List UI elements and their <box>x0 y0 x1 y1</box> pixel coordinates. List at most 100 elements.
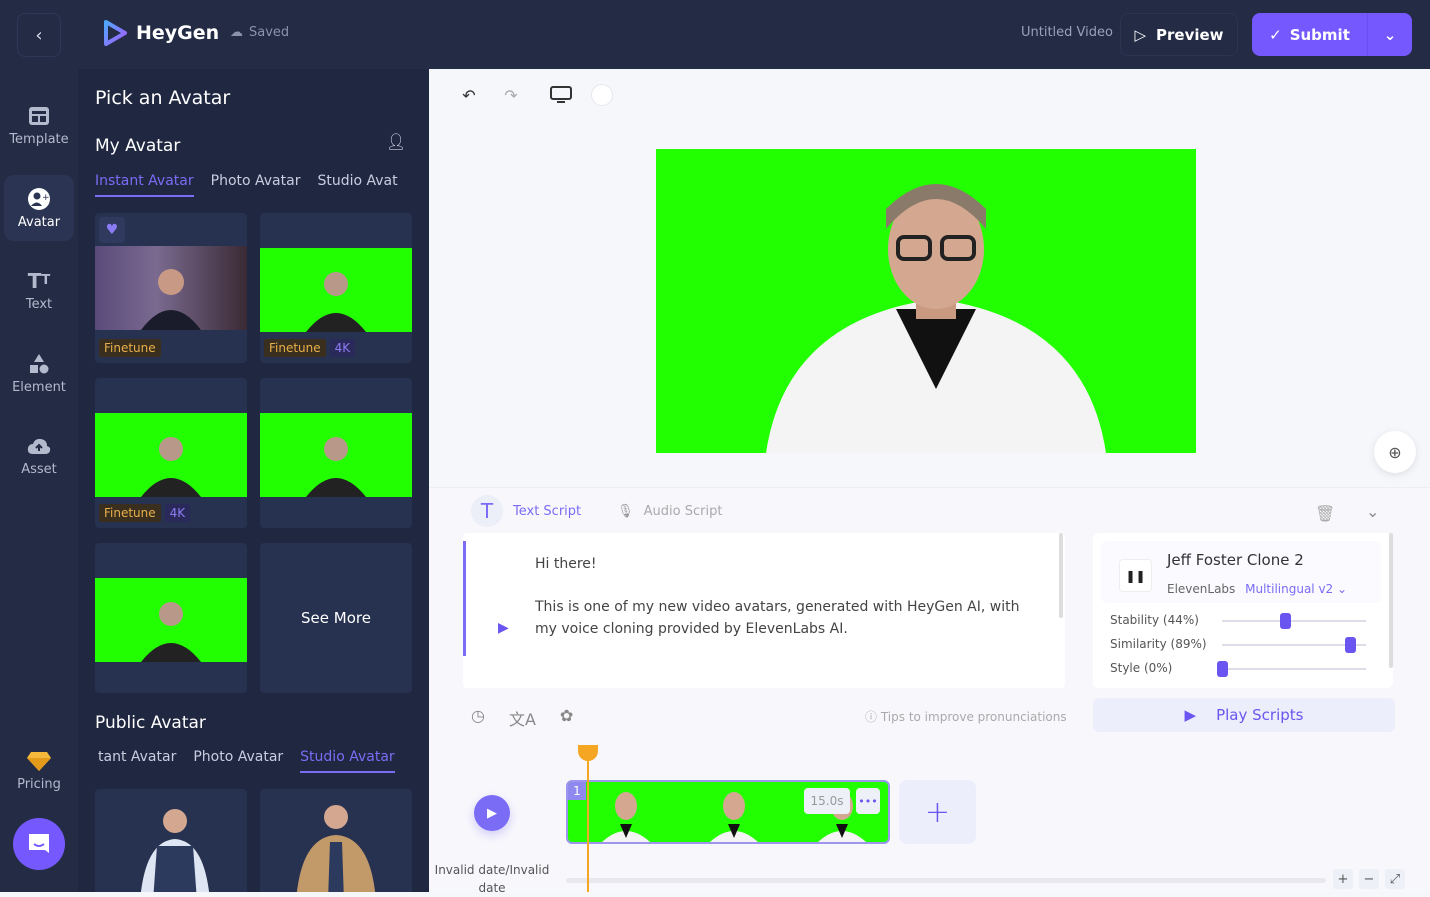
play-icon: ▶ <box>487 805 497 821</box>
video-preview[interactable] <box>656 149 1196 453</box>
undo-button[interactable]: ↶ <box>457 83 481 107</box>
slider-handle[interactable] <box>1345 637 1357 653</box>
element-icon <box>27 352 51 376</box>
video-title[interactable]: Untitled Video <box>1021 25 1113 40</box>
heart-icon[interactable]: ♥ <box>99 217 125 243</box>
script-tools: ◷ 文A ✿ <box>471 706 573 730</box>
tab-text-script[interactable]: Text Script <box>513 504 581 519</box>
preview-button[interactable]: ▷ Preview <box>1120 13 1238 56</box>
scene-more-button[interactable]: ••• <box>856 788 880 814</box>
chevron-down-icon: ⌄ <box>1383 25 1397 44</box>
nav-item-text[interactable]: TT Text <box>4 257 74 323</box>
openai-icon[interactable]: ✿ <box>560 706 573 730</box>
public-avatar-card[interactable] <box>95 789 247 892</box>
script-scrollbar[interactable] <box>1059 533 1063 618</box>
public-avatar-card[interactable] <box>260 789 412 892</box>
tab-photo-avatar[interactable]: Photo Avatar <box>193 749 283 773</box>
script-selection-bar <box>463 541 466 656</box>
submit-label: Submit <box>1289 25 1350 44</box>
script-line: This is one of my new video avatars, gen… <box>535 599 1020 637</box>
my-avatar-tabs: Instant Avatar Photo Avatar Studio Avat <box>95 173 398 197</box>
background-color-button[interactable] <box>591 84 613 106</box>
avatar-card[interactable]: Finetune 4K <box>260 213 412 363</box>
microphone-icon: 🎙︎ <box>617 503 634 519</box>
scene-clip[interactable]: 1 15.0s ••• <box>566 780 890 844</box>
submit-dropdown-button[interactable]: ⌄ <box>1368 13 1412 56</box>
style-slider[interactable] <box>1217 661 1366 677</box>
timeline-zoom-out-button[interactable]: − <box>1359 869 1379 889</box>
play-scripts-button[interactable]: ▶ Play Scripts <box>1093 698 1395 732</box>
nav-item-template[interactable]: Template <box>4 92 74 158</box>
see-more-button[interactable]: See More <box>260 543 412 693</box>
add-avatar-icon[interactable]: 👤︎ <box>386 132 406 151</box>
avatar-card[interactable]: ♥ Finetune <box>95 213 247 363</box>
4k-badge: 4K <box>329 339 356 357</box>
similarity-slider-row: Similarity (89%) <box>1110 637 1370 653</box>
voice-name: Jeff Foster Clone 2 <box>1167 551 1304 569</box>
script-text-box[interactable]: ▶ Hi there! This is one of my new video … <box>463 533 1065 688</box>
nav-item-asset[interactable]: Asset <box>4 422 74 488</box>
scene-number: 1 <box>568 782 586 800</box>
clock-icon[interactable]: ◷ <box>471 706 485 730</box>
info-icon: ⓘ <box>865 710 878 724</box>
playhead-handle[interactable] <box>578 745 598 761</box>
nav-item-avatar[interactable]: + Avatar <box>4 175 74 241</box>
pronunciation-tips-link[interactable]: ⓘ Tips to improve pronunciations <box>865 708 1067 725</box>
stability-slider[interactable] <box>1222 613 1366 629</box>
aspect-ratio-button[interactable] <box>549 83 573 107</box>
preview-label: Preview <box>1156 25 1224 44</box>
tab-audio-script[interactable]: Audio Script <box>644 504 723 519</box>
timeline-play-button[interactable]: ▶ <box>474 795 510 831</box>
redo-button[interactable]: ↷ <box>499 83 523 107</box>
avatar-card[interactable] <box>95 543 247 693</box>
public-avatar-tabs: tant Avatar Photo Avatar Studio Avatar <box>98 749 395 773</box>
nav-label: Asset <box>21 461 57 477</box>
submit-button[interactable]: ✓ Submit <box>1252 13 1368 56</box>
svg-text:+: + <box>42 193 50 203</box>
add-scene-button[interactable]: + <box>899 780 976 844</box>
trash-icon[interactable]: 🗑︎ <box>1315 504 1335 523</box>
slider-label: Stability (44%) <box>1110 613 1199 627</box>
script-line: Hi there! <box>535 556 597 572</box>
chat-support-button[interactable] <box>13 818 65 870</box>
top-bar: ‹ HeyGen ☁ Saved Untitled Video ▷ Previe… <box>0 0 1430 69</box>
voice-model-select[interactable]: Multilingual v2 ⌄ <box>1245 582 1347 596</box>
template-icon <box>27 104 51 128</box>
timeline: ▶ Invalid date/Invalid date 1 15.0s ••• … <box>429 745 1430 895</box>
similarity-slider[interactable] <box>1222 637 1366 653</box>
slider-label: Similarity (89%) <box>1110 637 1207 651</box>
tab-studio-avatar[interactable]: Studio Avat <box>317 173 397 197</box>
tab-photo-avatar[interactable]: Photo Avatar <box>211 173 301 197</box>
chevron-down-icon[interactable]: ⌄ <box>1366 502 1379 521</box>
script-editor: T Text Script 🎙︎ Audio Script 🗑︎ ⌄ ▶ Hi … <box>429 487 1430 745</box>
avatar-card[interactable] <box>260 378 412 528</box>
avatar-card[interactable]: Finetune 4K <box>95 378 247 528</box>
slider-handle[interactable] <box>1280 613 1292 629</box>
tab-instant-avatar[interactable]: Instant Avatar <box>95 173 194 197</box>
translate-icon[interactable]: 文A <box>509 706 536 730</box>
timeline-fit-button[interactable]: ⤢ <box>1385 869 1405 889</box>
nav-item-pricing[interactable]: Pricing <box>4 737 74 803</box>
back-button[interactable]: ‹ <box>17 13 61 57</box>
voice-provider: ElevenLabs Multilingual v2 ⌄ <box>1167 582 1347 596</box>
voice-panel-scrollbar[interactable] <box>1389 533 1393 668</box>
timeline-scrollbar[interactable] <box>566 878 1326 883</box>
timeline-zoom-in-button[interactable]: + <box>1333 869 1353 889</box>
nav-item-element[interactable]: Element <box>4 340 74 406</box>
cloud-upload-icon <box>27 434 51 458</box>
tab-instant-avatar[interactable]: tant Avatar <box>98 749 176 773</box>
tab-studio-avatar[interactable]: Studio Avatar <box>300 749 395 773</box>
nav-label: Text <box>25 296 53 312</box>
play-line-icon[interactable]: ▶ <box>498 620 509 636</box>
finetune-badge: Finetune <box>264 339 326 357</box>
pause-button[interactable]: ❚❚ <box>1119 559 1152 592</box>
pause-icon: ❚❚ <box>1125 568 1146 583</box>
text-script-icon: T <box>471 495 503 527</box>
zoom-canvas-button[interactable]: ⊕ <box>1374 431 1416 473</box>
model-label: Multilingual v2 <box>1245 582 1334 596</box>
script-text[interactable]: Hi there! This is one of my new video av… <box>535 553 1035 640</box>
slider-handle[interactable] <box>1217 661 1228 677</box>
heygen-logo-icon <box>104 20 127 46</box>
nav-label: Avatar <box>17 214 61 230</box>
playhead[interactable] <box>587 745 589 892</box>
